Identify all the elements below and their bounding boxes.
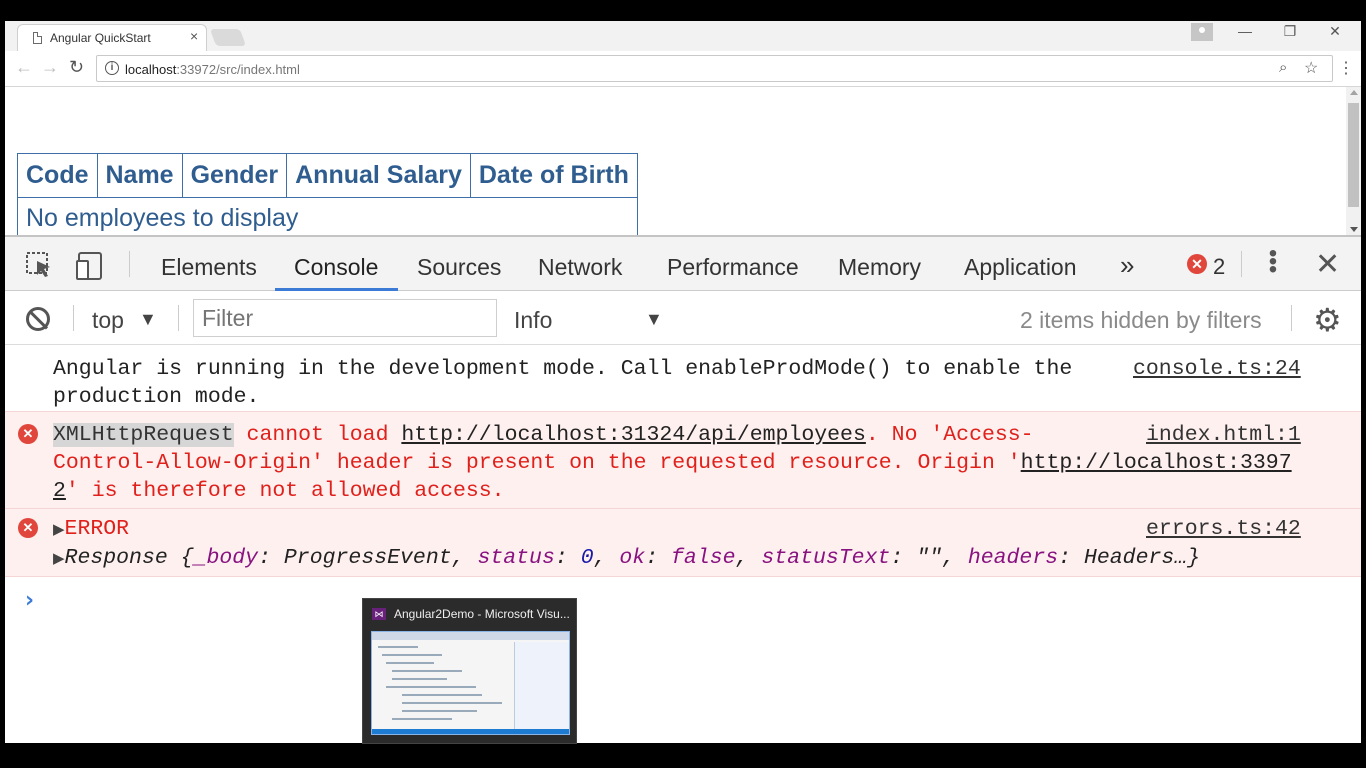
error-source-link[interactable]: index.html:1 (1146, 421, 1301, 449)
tab-network[interactable]: Network (538, 254, 622, 281)
tab-console[interactable]: Console (294, 254, 378, 281)
zoom-icon[interactable]: ⌕ (1279, 59, 1287, 76)
log-level-selector[interactable]: Info (514, 307, 552, 334)
scrollbar-thumb[interactable] (1348, 103, 1359, 207)
document-icon (33, 32, 42, 44)
forward-icon[interactable]: → (41, 57, 59, 78)
toolbar-separator (178, 305, 179, 331)
toolbar-separator (1241, 251, 1242, 277)
toolbar-separator (73, 305, 74, 331)
log-level-dropdown-arrow-icon[interactable]: ▼ (645, 309, 663, 330)
browser-menu-icon[interactable]: ⋮ (1338, 58, 1354, 78)
browser-tab[interactable]: Angular QuickStart × (17, 24, 207, 51)
thumbnail-preview (371, 631, 570, 735)
tab-title: Angular QuickStart (50, 31, 151, 45)
column-header-gender: Gender (181, 153, 288, 198)
console-output: Angular is running in the development mo… (5, 345, 1361, 743)
screen: Angular QuickStart × — ❐ ✕ ← → ↻ i local… (0, 0, 1366, 768)
reload-icon[interactable]: ↻ (69, 57, 84, 78)
column-header-date-of-birth: Date of Birth (469, 153, 638, 198)
error-icon: ✕ (18, 424, 38, 444)
browser-toolbar: ← → ↻ i localhost:33972/src/index.html ⌕… (5, 51, 1361, 87)
error-url-link[interactable]: http://localhost:31324/api/employees (401, 423, 865, 447)
scroll-up-arrow-icon[interactable] (1350, 90, 1358, 95)
toolbar-separator (1291, 305, 1292, 331)
browser-window: Angular QuickStart × — ❐ ✕ ← → ↻ i local… (5, 21, 1361, 743)
expand-triangle-icon[interactable]: ▶ (53, 520, 65, 538)
address-bar[interactable]: i localhost:33972/src/index.html ⌕ ☆ (96, 55, 1333, 82)
hidden-items-info: 2 items hidden by filters (1020, 307, 1262, 333)
device-toolbar-icon[interactable] (75, 251, 107, 281)
window-close-button[interactable]: ✕ (1315, 23, 1355, 40)
console-filter-bar: top ▼ Info ▼ 2 items hidden by filters ⚙ (5, 291, 1361, 345)
employee-table: Code Name Gender Annual Salary Date of B… (17, 153, 638, 248)
error-message-text: XMLHttpRequest cannot load http://localh… (53, 423, 1292, 503)
console-error-message: ✕ XMLHttpRequest cannot load http://loca… (5, 411, 1361, 509)
column-header-code: Code (17, 153, 98, 198)
scroll-down-arrow-icon[interactable] (1350, 227, 1358, 232)
devtools-panel: Elements Console Sources Network Perform… (5, 235, 1361, 743)
log-message-text: Angular is running in the development mo… (53, 357, 1073, 409)
page-content: Code Name Gender Annual Salary Date of B… (5, 87, 1361, 248)
page-scrollbar[interactable] (1346, 87, 1361, 235)
toolbar-separator (129, 251, 130, 277)
minimize-button[interactable]: — (1225, 23, 1265, 39)
profile-icon[interactable] (1191, 23, 1213, 41)
context-selector[interactable]: top (92, 307, 124, 334)
console-prompt[interactable]: › (25, 588, 34, 613)
console-log-message: Angular is running in the development mo… (5, 345, 1361, 411)
error-count-icon[interactable]: ✕ (1187, 254, 1207, 274)
tab-sources[interactable]: Sources (417, 254, 501, 281)
visual-studio-icon: ⋈ (372, 608, 386, 620)
console-settings-gear-icon[interactable]: ⚙ (1313, 301, 1342, 339)
restore-button[interactable]: ❐ (1270, 23, 1310, 40)
info-icon[interactable]: i (105, 61, 119, 75)
expand-triangle-icon[interactable]: ▶ (53, 549, 65, 567)
thumbnail-title: Angular2Demo - Microsoft Visu... (394, 607, 570, 621)
devtools-menu-icon[interactable]: • • • (1267, 242, 1279, 282)
origin-url-link[interactable]: http://localhost:3397 (1021, 451, 1292, 475)
tab-close-button[interactable]: × (190, 28, 198, 44)
error-source-link[interactable]: errors.ts:42 (1146, 515, 1301, 543)
error-message-text: ▶ERROR (53, 517, 130, 541)
bookmark-star-icon[interactable]: ☆ (1304, 58, 1318, 78)
column-header-annual-salary: Annual Salary (286, 153, 471, 198)
tab-elements[interactable]: Elements (161, 254, 257, 281)
inspect-element-icon[interactable] (25, 251, 53, 279)
response-object[interactable]: ▶Response {_body: ProgressEvent, status:… (53, 544, 1200, 572)
console-error-message: ✕ ▶ERROR ▶Response {_body: ProgressEvent… (5, 509, 1361, 577)
error-count[interactable]: 2 (1213, 254, 1225, 280)
column-header-name: Name (96, 153, 183, 198)
tab-memory[interactable]: Memory (838, 254, 921, 281)
back-icon[interactable]: ← (15, 57, 33, 78)
more-tabs-button[interactable]: » (1120, 250, 1134, 281)
url-text[interactable]: localhost:33972/src/index.html (125, 62, 300, 77)
error-icon: ✕ (18, 518, 38, 538)
context-dropdown-arrow-icon[interactable]: ▼ (139, 309, 157, 330)
new-tab-button[interactable] (209, 29, 247, 46)
devtools-tab-bar: Elements Console Sources Network Perform… (5, 237, 1361, 291)
devtools-close-button[interactable]: ✕ (1315, 247, 1340, 282)
clear-console-icon[interactable] (26, 307, 50, 331)
table-header-row: Code Name Gender Annual Salary Date of B… (17, 153, 638, 198)
log-source-link[interactable]: console.ts:24 (1133, 355, 1301, 383)
tab-performance[interactable]: Performance (667, 254, 799, 281)
tab-strip: Angular QuickStart × — ❐ ✕ (5, 21, 1361, 51)
console-filter-input[interactable] (193, 299, 497, 337)
taskbar-thumbnail[interactable]: ⋈ Angular2Demo - Microsoft Visu... (362, 598, 577, 744)
tab-application[interactable]: Application (964, 254, 1077, 281)
